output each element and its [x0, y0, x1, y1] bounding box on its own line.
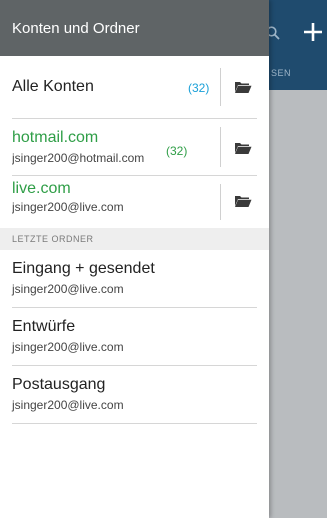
- divider: [220, 68, 221, 106]
- folder-icon[interactable]: [234, 194, 252, 208]
- account-row-live[interactable]: live.com jsinger200@live.com: [12, 176, 257, 228]
- folder-account-email: jsinger200@live.com: [12, 340, 124, 354]
- folder-title: Postausgang: [12, 376, 106, 393]
- folder-account-email: jsinger200@live.com: [12, 398, 124, 412]
- folder-row-drafts[interactable]: Entwürfe jsinger200@live.com: [12, 308, 257, 366]
- tab-label-fragment[interactable]: SEN: [271, 68, 291, 78]
- folder-title: Eingang + gesendet: [12, 260, 155, 277]
- divider: [220, 184, 221, 220]
- folder-title: Entwürfe: [12, 318, 76, 335]
- account-title: live.com: [12, 180, 71, 197]
- folder-icon[interactable]: [234, 141, 252, 155]
- drawer-title: Konten und Ordner: [12, 19, 140, 37]
- account-email: jsinger200@live.com: [12, 200, 124, 214]
- recent-folders-header: LETZTE ORDNER: [0, 228, 269, 250]
- unread-count: (32): [166, 144, 188, 158]
- folder-account-email: jsinger200@live.com: [12, 282, 124, 296]
- account-row-hotmail[interactable]: hotmail.com jsinger200@hotmail.com (32): [12, 119, 257, 176]
- unread-count: (32): [188, 81, 210, 95]
- folder-row-outbox[interactable]: Postausgang jsinger200@live.com: [12, 366, 257, 424]
- folder-icon[interactable]: [234, 80, 252, 94]
- navigation-drawer: Konten und Ordner Alle Konten (32) hotma…: [0, 0, 269, 518]
- account-email: jsinger200@hotmail.com: [12, 151, 145, 165]
- account-title: hotmail.com: [12, 129, 99, 146]
- drawer-header: Konten und Ordner: [0, 0, 269, 56]
- plus-icon[interactable]: [303, 22, 323, 42]
- account-row-all[interactable]: Alle Konten (32): [12, 56, 257, 119]
- folder-row-inbox-sent[interactable]: Eingang + gesendet jsinger200@live.com: [12, 250, 257, 308]
- divider: [220, 127, 221, 167]
- account-title: Alle Konten: [12, 78, 94, 95]
- section-label: LETZTE ORDNER: [12, 234, 94, 244]
